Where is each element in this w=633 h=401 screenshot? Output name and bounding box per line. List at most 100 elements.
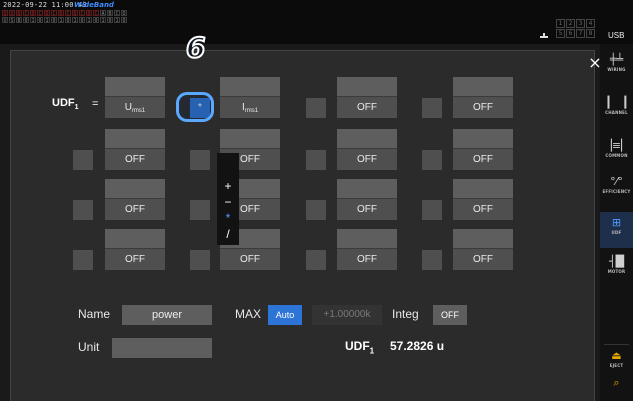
- operator-button[interactable]: [190, 200, 210, 220]
- formula-term-cell[interactable]: OFF: [453, 229, 513, 270]
- udf-label: UDF1: [52, 97, 79, 112]
- term-value: OFF: [125, 254, 145, 265]
- operator-button[interactable]: [190, 150, 210, 170]
- sidebar-item-wiring[interactable]: ╪╧ WIRING: [600, 49, 633, 85]
- formula-term-cell[interactable]: OFF: [453, 129, 513, 170]
- formula-term-cell[interactable]: OFF: [105, 229, 165, 270]
- unit-label: Unit: [78, 340, 100, 354]
- channel-indicator: D: [121, 10, 127, 17]
- formula-term-cell[interactable]: OFF: [337, 229, 397, 270]
- bottom-tool-button[interactable]: ⌕: [600, 376, 633, 390]
- term-selector-top[interactable]: [220, 129, 280, 149]
- formula-term-cell[interactable]: OFF: [337, 77, 397, 118]
- channel-indicator: U: [2, 10, 8, 17]
- channel-status-row-2: USB010101010101010: [2, 17, 127, 24]
- term-selector-top[interactable]: [105, 179, 165, 199]
- operator-button[interactable]: [73, 150, 93, 170]
- term-selector-top[interactable]: [337, 179, 397, 199]
- operator-button[interactable]: [73, 200, 93, 220]
- channel-number: 2: [566, 19, 575, 28]
- term-selector-top[interactable]: [105, 229, 165, 249]
- channel-number: 7: [576, 29, 585, 38]
- term-value: OFF: [357, 102, 377, 113]
- formula-term-cell[interactable]: OFF: [337, 179, 397, 220]
- integ-toggle[interactable]: OFF: [433, 305, 467, 325]
- operator-button[interactable]: [73, 250, 93, 270]
- formula-term-cell[interactable]: OFF: [337, 129, 397, 170]
- operator-button[interactable]: [422, 98, 442, 118]
- sidebar-item-label: UDF: [611, 230, 622, 235]
- sidebar-item-label: CHANNEL: [605, 110, 628, 115]
- max-auto-button[interactable]: Auto: [268, 305, 302, 325]
- channel-number: 8: [586, 29, 595, 38]
- operator-button[interactable]: [306, 150, 326, 170]
- term-value: OFF: [125, 204, 145, 215]
- term-value: OFF: [125, 154, 145, 165]
- formula-term-cell[interactable]: OFF: [105, 179, 165, 220]
- channel-indicator: D: [86, 10, 92, 17]
- term-selector-top[interactable]: [453, 229, 513, 249]
- channel-indicator: B: [16, 17, 22, 24]
- channel-indicator: 1: [86, 17, 92, 24]
- channel-indicator: C: [37, 10, 43, 17]
- operator-option[interactable]: /: [217, 225, 239, 243]
- formula-term-cell[interactable]: Urms1: [105, 77, 165, 118]
- operator-button[interactable]: [306, 250, 326, 270]
- name-field[interactable]: power: [122, 305, 212, 325]
- term-selector-top[interactable]: [220, 77, 280, 97]
- term-selector-top[interactable]: [337, 77, 397, 97]
- term-value: OFF: [473, 102, 493, 113]
- term-selector-top[interactable]: [453, 129, 513, 149]
- sidebar-item-efficiency[interactable]: °⁄° EFFICIENCY: [600, 171, 633, 207]
- operator-button[interactable]: [422, 200, 442, 220]
- wideband-badge: WideBand: [74, 1, 114, 9]
- sidebar-item-udf[interactable]: ⊞ UDF: [600, 212, 633, 248]
- channel-indicator: 1: [100, 17, 106, 24]
- term-selector-top[interactable]: [453, 179, 513, 199]
- channel-indicator: D: [16, 10, 22, 17]
- formula-term-cell[interactable]: OFF: [453, 77, 513, 118]
- operator-button[interactable]: [190, 250, 210, 270]
- formula-term-cell[interactable]: Irms1: [220, 77, 280, 118]
- operator-popup: + − * /: [217, 153, 239, 245]
- formula-term-cell[interactable]: OFF: [453, 179, 513, 220]
- channel-indicator: D: [58, 10, 64, 17]
- status-bar: 2022-09-22 11:00:43 WideBand UUDCDCDCDCD…: [0, 0, 633, 44]
- sidebar-item-common[interactable]: ▕≡▏ COMMON: [600, 135, 633, 171]
- max-value-field[interactable]: +1.00000k: [312, 305, 382, 325]
- sidebar-divider: [604, 344, 629, 345]
- term-selector-top[interactable]: [105, 77, 165, 97]
- sidebar-item-motor[interactable]: ┤█ MOTOR: [600, 251, 633, 287]
- term-selector-top[interactable]: [105, 129, 165, 149]
- unit-field[interactable]: [112, 338, 212, 358]
- channel-indicator: 0: [23, 17, 29, 24]
- term-value: OFF: [473, 154, 493, 165]
- search-icon: ⌕: [613, 376, 620, 389]
- channel-indicator: C: [65, 10, 71, 17]
- operator-button[interactable]: [306, 200, 326, 220]
- operator-button[interactable]: [306, 98, 326, 118]
- channel-indicator: U: [9, 10, 15, 17]
- channel-indicator: U: [2, 17, 8, 24]
- operator-button[interactable]: [422, 250, 442, 270]
- channel-status-row-1: UUDCDCDCDCDCDCABCD: [2, 10, 127, 17]
- term-selector-top[interactable]: [337, 129, 397, 149]
- eject-button[interactable]: ⏏ EJECT: [600, 349, 633, 368]
- channel-number: 1: [556, 19, 565, 28]
- term-selector-top[interactable]: [453, 77, 513, 97]
- channel-icon: ▕▏▕▏: [600, 96, 633, 109]
- channel-indicator: 1: [30, 17, 36, 24]
- step-number: 6: [185, 30, 207, 65]
- channel-indicator: 0: [107, 17, 113, 24]
- sidebar-item-channel[interactable]: ▕▏▕▏ CHANNEL: [600, 92, 633, 128]
- channel-indicator: 0: [121, 17, 127, 24]
- right-sidebar: ⏏ EJECT ⌕ ╪╧ WIRING ▕▏▕▏ CHANNEL ▕≡▏ COMMON °⁄…: [600, 44, 633, 401]
- equals-sign: =: [92, 98, 99, 110]
- channel-grid: 1234 5678: [556, 19, 595, 38]
- formula-term-cell[interactable]: OFF: [105, 129, 165, 170]
- result-value: 57.2826 u: [390, 339, 445, 353]
- operator-button[interactable]: [422, 150, 442, 170]
- channel-indicator: C: [51, 10, 57, 17]
- channel-indicator: D: [44, 10, 50, 17]
- term-selector-top[interactable]: [337, 229, 397, 249]
